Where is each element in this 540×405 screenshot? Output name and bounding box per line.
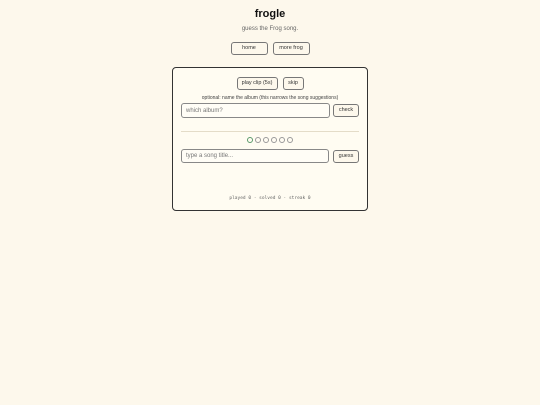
attempt-dot	[279, 137, 285, 143]
top-nav: home more frog	[0, 42, 540, 55]
skip-button[interactable]: skip	[282, 77, 304, 90]
attempt-dot	[255, 137, 261, 143]
home-button[interactable]: home	[230, 42, 268, 55]
stats-line: played 0 · solved 0 · streak 0	[229, 196, 311, 201]
app-subtitle: guess the Frog song.	[241, 26, 299, 32]
attempt-dot	[263, 137, 269, 143]
attempt-dot	[271, 137, 277, 143]
guess-button[interactable]: guess	[333, 150, 359, 163]
attempt-dot	[247, 137, 253, 143]
clip-controls: play clip (5s) skip	[173, 77, 367, 90]
play-clip-button[interactable]: play clip (5s)	[236, 77, 278, 90]
album-note: optional: name the album (this narrows t…	[201, 95, 339, 101]
song-title-input[interactable]: type a song title...	[181, 149, 329, 163]
album-input[interactable]: which album?	[181, 103, 330, 118]
app-title: frogle	[254, 8, 286, 20]
game-card: play clip (5s) skip optional: name the a…	[172, 67, 368, 211]
divider	[181, 131, 359, 132]
attempt-dots	[173, 137, 367, 143]
check-button[interactable]: check	[333, 104, 359, 117]
attempt-dot	[287, 137, 293, 143]
more-frog-button[interactable]: more frog	[272, 42, 310, 55]
